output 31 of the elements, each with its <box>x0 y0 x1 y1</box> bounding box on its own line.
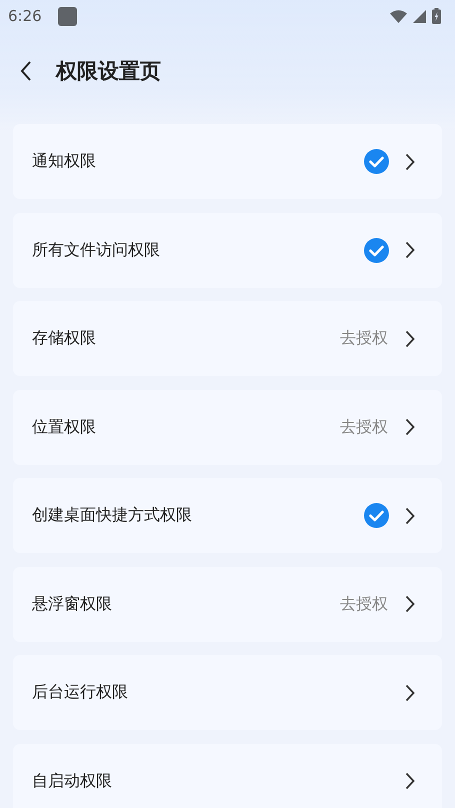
permission-item[interactable]: 通知权限 <box>13 124 442 199</box>
chevron-icon <box>405 595 415 613</box>
permission-label: 后台运行权限 <box>32 682 129 703</box>
permission-label: 创建桌面快捷方式权限 <box>32 505 193 526</box>
permission-item[interactable]: 自启动权限 <box>13 744 442 808</box>
back-icon[interactable] <box>20 60 32 82</box>
permission-item[interactable]: 所有文件访问权限 <box>13 212 442 288</box>
chevron-icon <box>405 152 415 170</box>
permission-item[interactable]: 悬浮窗权限 去授权 <box>13 566 442 642</box>
permission-label: 所有文件访问权限 <box>32 240 161 260</box>
permission-item[interactable]: 后台运行权限 <box>13 655 442 730</box>
chevron-icon <box>405 241 415 259</box>
wifi-icon <box>390 10 407 22</box>
permission-label: 悬浮窗权限 <box>32 594 113 614</box>
permission-label: 存储权限 <box>32 328 97 349</box>
chevron-icon <box>405 772 415 790</box>
chevron-icon <box>405 418 415 436</box>
permission-label: 自启动权限 <box>32 770 113 792</box>
permission-label: 通知权限 <box>32 151 97 172</box>
permission-item[interactable]: 位置权限 去授权 <box>13 390 442 464</box>
chevron-icon <box>405 684 415 702</box>
chevron-icon <box>405 330 415 348</box>
chevron-icon <box>405 506 415 524</box>
battery-icon <box>432 8 441 24</box>
signal-icon <box>413 10 426 22</box>
permission-label: 位置权限 <box>32 416 97 438</box>
status-time: 6:26 <box>8 7 42 25</box>
permission-item[interactable]: 创建桌面快捷方式权限 <box>13 478 442 553</box>
permission-item[interactable]: 存储权限 去授权 <box>13 301 442 376</box>
notification-icon <box>58 6 77 26</box>
page-title: 权限设置页 <box>56 58 161 85</box>
